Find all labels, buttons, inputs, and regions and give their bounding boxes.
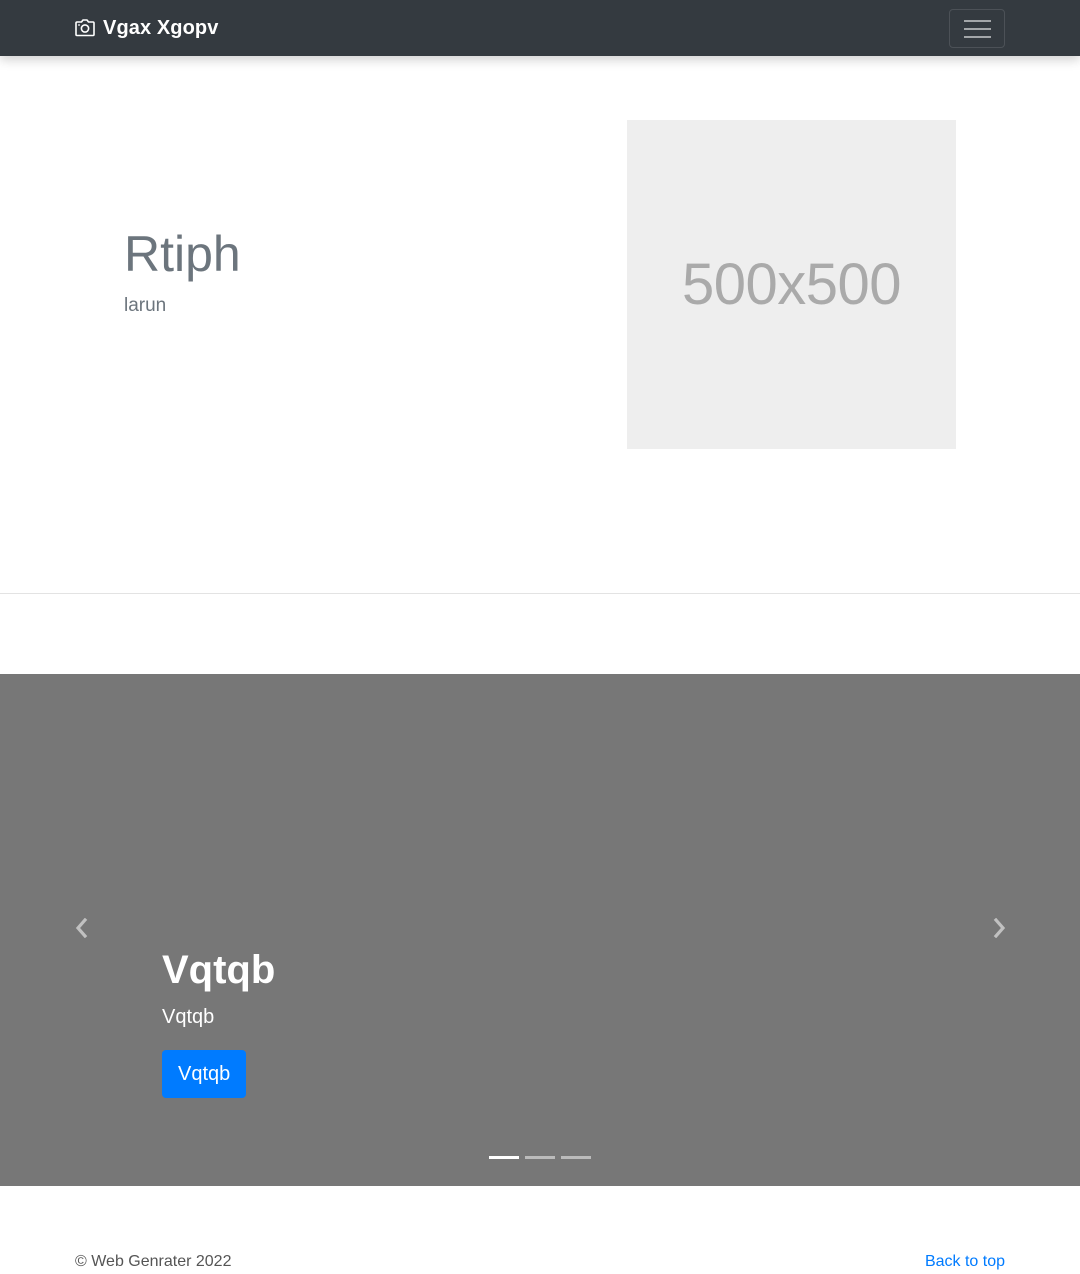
hero-title: Rtiph [124, 226, 241, 282]
hero-placeholder-image: 500x500 [627, 120, 956, 449]
carousel-prev-button[interactable] [70, 914, 94, 946]
chevron-right-icon [991, 917, 1007, 943]
carousel-caption-button[interactable]: Vqtqb [162, 1050, 247, 1098]
section-divider [0, 593, 1080, 594]
carousel-caption-text: Vqtqb [162, 1006, 215, 1028]
carousel-indicator-3[interactable] [561, 1156, 591, 1159]
hero-subtitle: larun [124, 295, 167, 316]
carousel-next-button[interactable] [987, 914, 1011, 946]
chevron-left-icon [74, 917, 90, 943]
hamburger-menu-icon [964, 19, 991, 39]
carousel-caption-title: Vqtqb [162, 948, 276, 992]
camera-icon [75, 19, 95, 37]
brand-link[interactable]: Vgax Xgopv [75, 14, 218, 42]
hero-section: Rtiph larun 500x500 [0, 56, 1080, 593]
carousel-indicators [489, 1156, 591, 1159]
navbar: Vgax Xgopv [0, 0, 1080, 56]
brand-name: Vgax Xgopv [103, 16, 219, 39]
footer-copyright: © Web Genrater 2022 [75, 1253, 232, 1270]
carousel-indicator-1[interactable] [489, 1156, 519, 1159]
placeholder-image-label: 500x500 [681, 252, 902, 317]
navbar-toggler-button[interactable] [949, 9, 1005, 48]
footer: © Web Genrater 2022 Back to top [0, 1186, 1080, 1274]
carousel: Vqtqb Vqtqb Vqtqb [0, 674, 1080, 1186]
back-to-top-link[interactable]: Back to top [925, 1254, 1005, 1270]
carousel-indicator-2[interactable] [525, 1156, 555, 1159]
